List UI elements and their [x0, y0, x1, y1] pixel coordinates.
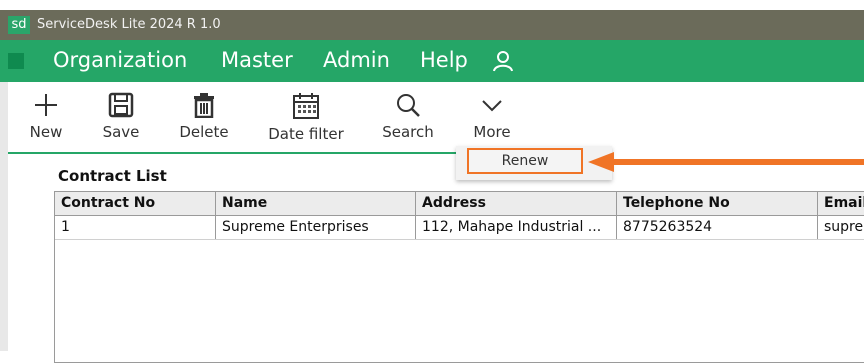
search-icon — [397, 94, 420, 117]
window-left-border — [0, 82, 8, 351]
more-label: More — [473, 123, 511, 141]
cell-email: supren — [824, 219, 864, 235]
app-logo: sd — [8, 16, 30, 34]
column-header-contract-no[interactable]: Contract No — [55, 192, 216, 215]
delete-label: Delete — [179, 123, 229, 141]
search-button[interactable]: Search — [381, 92, 435, 141]
cell-address: 112, Mahape Industrial ... — [416, 216, 617, 239]
title-bar: sd ServiceDesk Lite 2024 R 1.0 — [0, 10, 864, 40]
new-button[interactable]: New — [26, 92, 66, 141]
cell-contract-no: 1 — [55, 216, 216, 239]
column-header-address[interactable]: Address — [416, 192, 617, 215]
table-row[interactable]: 1 Supreme Enterprises 112, Mahape Indust… — [55, 216, 864, 240]
menu-master[interactable]: Master — [221, 48, 293, 72]
top-strip — [0, 0, 864, 10]
more-button[interactable]: More — [472, 92, 512, 141]
date-filter-label: Date filter — [268, 125, 344, 143]
date-filter-button[interactable]: Date filter — [267, 92, 345, 143]
column-header-name[interactable]: Name — [216, 192, 416, 215]
window-title: ServiceDesk Lite 2024 R 1.0 — [37, 17, 221, 32]
plus-icon — [35, 94, 57, 116]
save-label: Save — [102, 123, 140, 141]
contract-grid: Contract No Name Address Telephone No Em… — [54, 191, 864, 363]
delete-button[interactable]: Delete — [178, 92, 230, 141]
menu-admin[interactable]: Admin — [323, 48, 390, 72]
menu-bar: Organization Master Admin Help — [0, 40, 864, 82]
calendar-icon — [293, 93, 319, 119]
column-header-telephone[interactable]: Telephone No — [617, 192, 818, 215]
user-icon[interactable] — [491, 49, 515, 73]
callout-arrow-icon — [588, 152, 864, 172]
save-button[interactable]: Save — [100, 92, 142, 141]
cell-name: Supreme Enterprises — [216, 216, 416, 239]
menu-help[interactable]: Help — [420, 48, 468, 72]
save-icon — [108, 92, 134, 118]
chevron-down-icon — [482, 100, 502, 112]
renew-menu-item[interactable]: Renew — [467, 148, 583, 174]
menu-bar-square-icon — [8, 53, 24, 69]
cell-telephone: 8775263524 — [617, 216, 818, 239]
menu-organization[interactable]: Organization — [53, 48, 187, 72]
grid-header-row: Contract No Name Address Telephone No Em… — [55, 192, 864, 216]
column-header-email[interactable]: Email — [818, 192, 864, 215]
contract-list-title: Contract List — [58, 167, 167, 185]
search-label: Search — [382, 123, 434, 141]
new-label: New — [29, 123, 63, 141]
trash-icon — [194, 93, 214, 118]
